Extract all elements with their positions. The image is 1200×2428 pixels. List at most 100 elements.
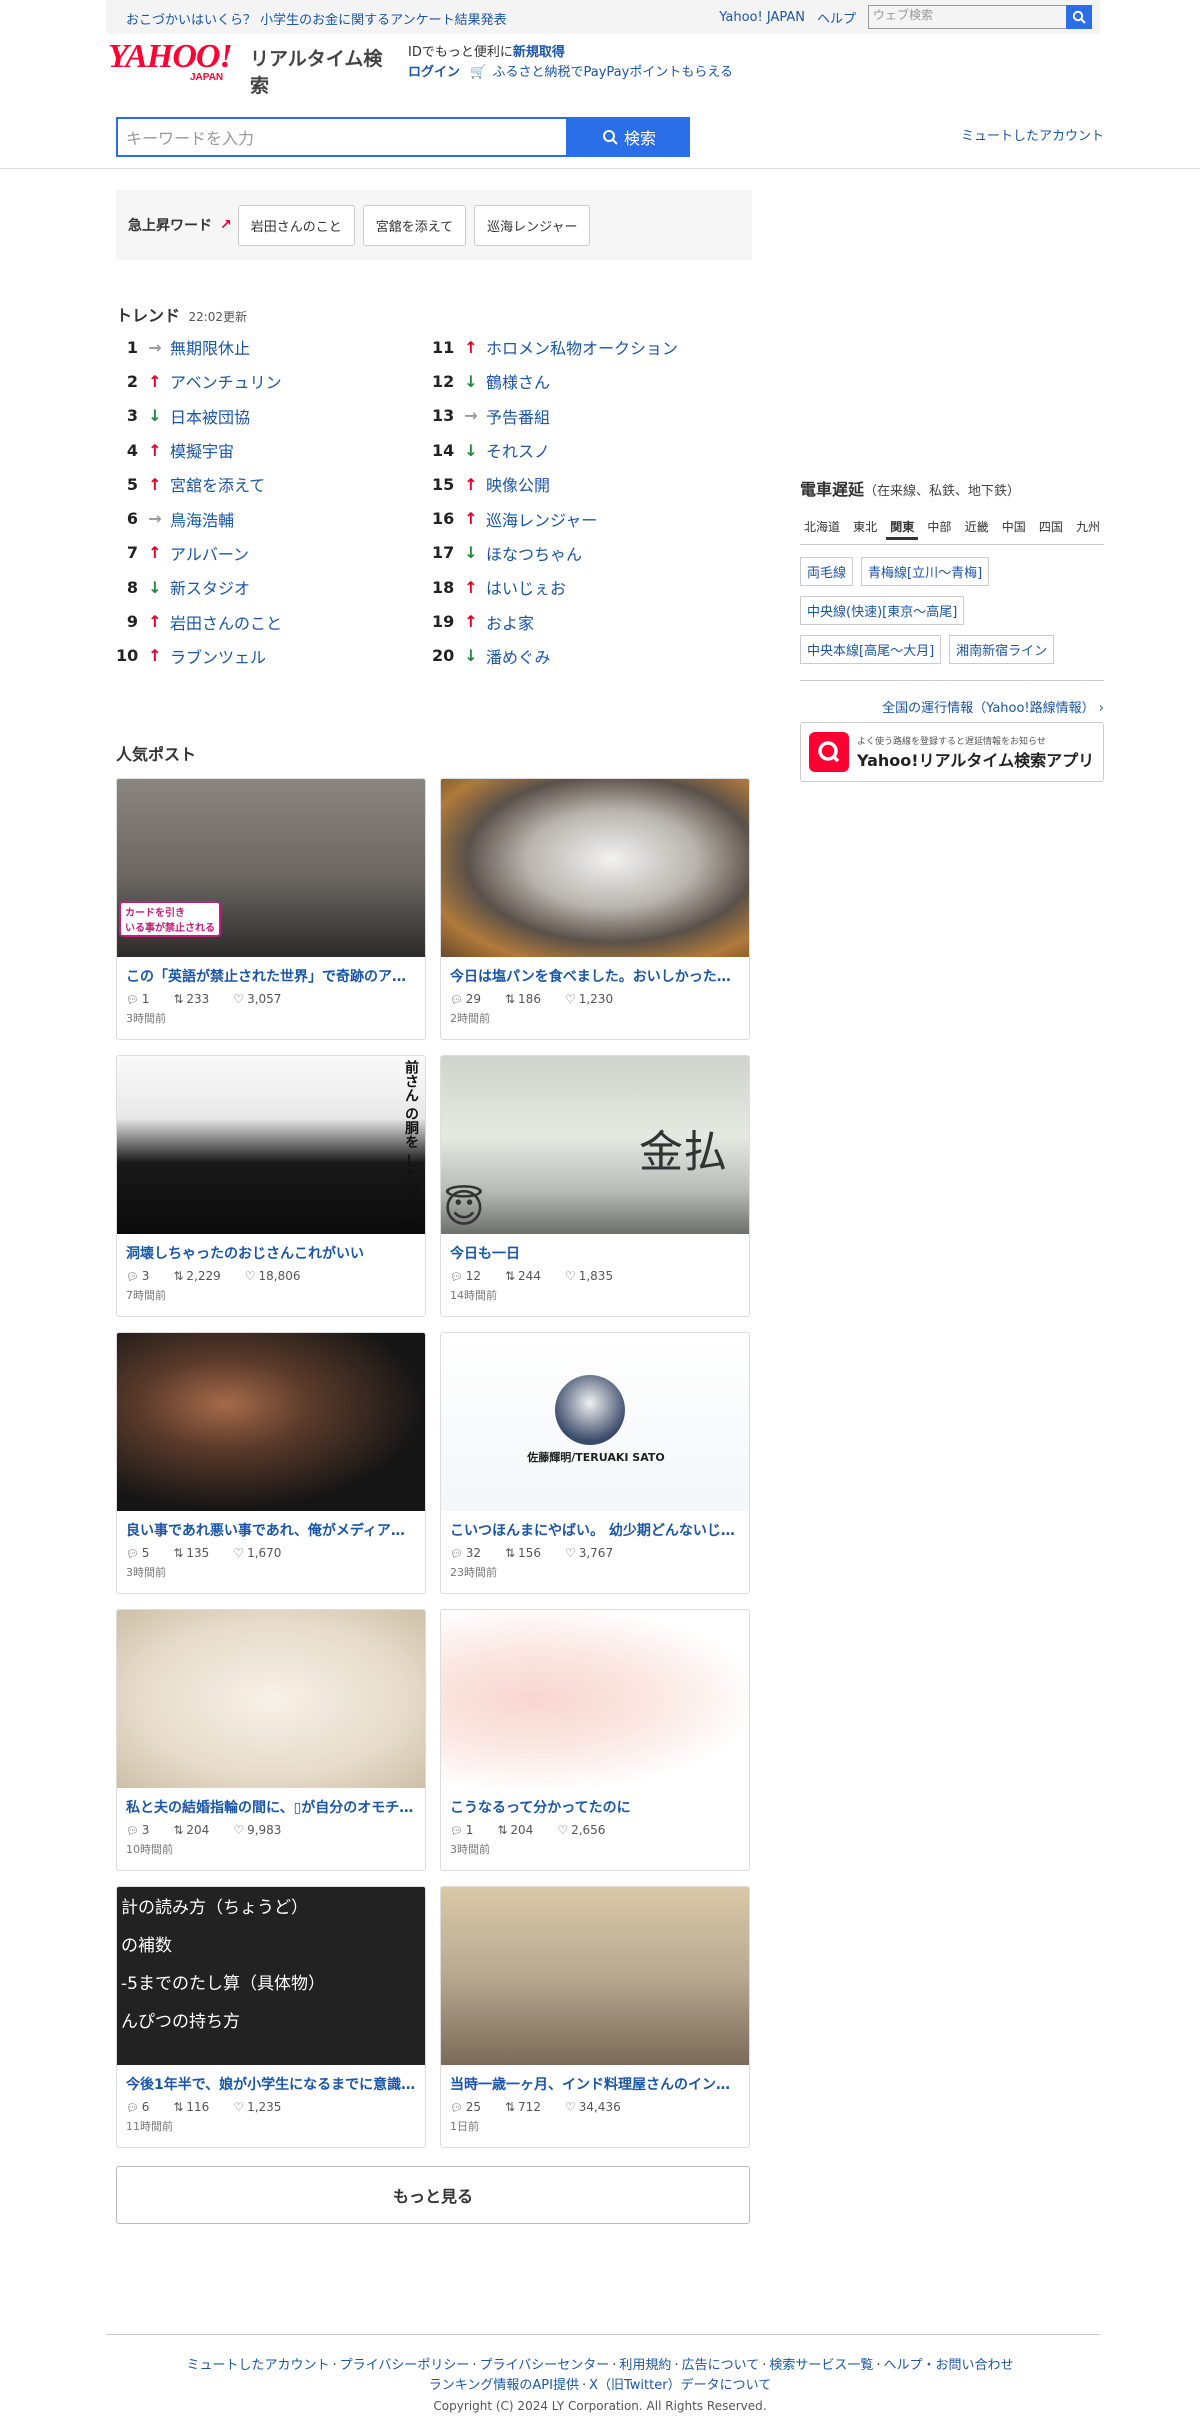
all-train-info-link[interactable]: 全国の運行情報（Yahoo!路線情報） › xyxy=(882,701,1104,716)
trend-word-link[interactable]: アルバーン xyxy=(170,541,249,565)
region-tab[interactable]: 東北 xyxy=(849,516,881,540)
post-title[interactable]: こうなるって分かってたのに xyxy=(441,1788,749,1817)
rising-word-chip[interactable]: 岩田さんのこと xyxy=(237,204,355,246)
trend-word-link[interactable]: 潘めぐみ xyxy=(486,644,550,668)
post-title[interactable]: 良い事であれ悪い事であれ、俺がメディア… xyxy=(117,1511,425,1540)
web-search-button[interactable] xyxy=(1066,5,1092,29)
trend-word-link[interactable]: 鶴様さん xyxy=(486,369,550,393)
like-stat: ♡ 18,806 xyxy=(245,1269,313,1283)
trend-word-link[interactable]: ほなつちゃん xyxy=(486,541,582,565)
search-button[interactable]: 検索 xyxy=(568,117,690,157)
post-title[interactable]: 今日は塩パンを食べました。おいしかった… xyxy=(441,957,749,986)
post-card[interactable]: 良い事であれ悪い事であれ、俺がメディア… 💬︎ 5 ⇅ 135 ♡ 1,670 3時間前 xyxy=(116,1332,426,1594)
delayed-line-link[interactable]: 両毛線 xyxy=(800,557,854,586)
region-tab[interactable]: 四国 xyxy=(1035,516,1067,540)
post-image[interactable]: カードを引き いる事が禁止される xyxy=(117,779,425,957)
post-card[interactable]: 金払 😇 今日も一日 💬︎ 12 ⇅ 244 ♡ 1,835 14時間前 xyxy=(440,1055,750,1317)
delayed-line-link[interactable]: 青梅線[立川〜青梅] xyxy=(861,557,990,586)
post-title[interactable]: こいつほんまにやばい。 幼少期どんないじ… xyxy=(441,1511,749,1540)
app-banner[interactable]: よく使う路線を登録すると遅延情報をお知らせ Yahoo!リアルタイム検索アプリ xyxy=(800,722,1104,782)
trend-word-link[interactable]: 映像公開 xyxy=(486,472,550,496)
trend-item: 5 ↑ 宮舘を添えて xyxy=(116,467,282,501)
footer-link[interactable]: ランキング情報のAPI提供 xyxy=(429,2378,579,2393)
yahoo-realtime-logo[interactable]: YAHOO! JAPAN リアルタイム検索 xyxy=(108,38,394,97)
footer-link[interactable]: プライバシーポリシー xyxy=(340,2358,470,2373)
trend-word-link[interactable]: ホロメン私物オークション xyxy=(486,335,678,359)
post-card[interactable]: 佐藤輝明/TERUAKI SATO こいつほんまにやばい。 幼少期どんないじ… 💬︎… xyxy=(440,1332,750,1594)
announcement-link[interactable]: おこづかいはいくら？ 小学生のお金に関するアンケート結果発表 xyxy=(126,13,507,28)
post-title[interactable]: 私と夫の結婚指輪の間に、▯が自分のオモチ… xyxy=(117,1788,425,1817)
post-card[interactable]: 今日は塩パンを食べました。おいしかった… 💬︎ 29 ⇅ 186 ♡ 1,230 2時間前 xyxy=(440,778,750,1040)
reply-icon: 💬︎ xyxy=(126,995,139,1006)
post-image[interactable]: 前さん の胴を したのか⁉ xyxy=(117,1056,425,1234)
post-card[interactable]: こうなるって分かってたのに 💬︎ 1 ⇅ 204 ♡ 2,656 3時間前 xyxy=(440,1609,750,1871)
repost-stat: ⇅ 156 xyxy=(505,1546,553,1560)
help-link[interactable]: ヘルプ xyxy=(817,8,856,27)
keyword-input[interactable]: キーワードを入力 xyxy=(116,117,568,157)
footer-link[interactable]: プライバシーセンター xyxy=(480,2358,610,2373)
post-card[interactable]: カードを引き いる事が禁止される この「英語が禁止された世界」で奇跡のア… 💬︎ 1 ⇅… xyxy=(116,778,426,1040)
trend-word-link[interactable]: 予告番組 xyxy=(486,404,550,428)
trend-word-link[interactable]: ラブンツェル xyxy=(170,644,266,668)
trend-word-link[interactable]: およ家 xyxy=(486,610,534,634)
footer-link[interactable]: 利用規約 xyxy=(619,2358,671,2373)
post-title[interactable]: 今日も一日 xyxy=(441,1234,749,1263)
region-tab[interactable]: 近畿 xyxy=(961,516,993,540)
post-image[interactable] xyxy=(441,779,749,957)
trend-word-link[interactable]: 無期限休止 xyxy=(170,335,250,359)
post-title[interactable]: この「英語が禁止された世界」で奇跡のア… xyxy=(117,957,425,986)
region-tab[interactable]: 中部 xyxy=(923,516,955,540)
post-image[interactable]: 佐藤輝明/TERUAKI SATO xyxy=(441,1333,749,1511)
trend-word-link[interactable]: はいじぇお xyxy=(486,575,566,599)
post-card[interactable]: 計の読み方（ちょうど） の補数 -5までのたし算（具体物） んぴつの持ち方 今後1… xyxy=(116,1886,426,2148)
post-image[interactable]: 金払 😇 xyxy=(441,1056,749,1234)
region-tab[interactable]: 北海道 xyxy=(800,516,844,540)
trend-word-link[interactable]: 新スタジオ xyxy=(170,575,250,599)
reply-count: 25 xyxy=(465,2100,481,2114)
delayed-line-link[interactable]: 中央本線[高尾〜大月] xyxy=(800,635,942,664)
trend-word-link[interactable]: 日本被団協 xyxy=(170,404,250,428)
like-count: 1,235 xyxy=(247,2100,282,2114)
region-tab[interactable]: 中国 xyxy=(998,516,1030,540)
delayed-line-link[interactable]: 中央線(快速)[東京〜高尾] xyxy=(800,596,965,625)
trend-word-link[interactable]: 巡海レンジャー xyxy=(486,507,597,531)
post-card[interactable]: 前さん の胴を したのか⁉ 洞壊しちゃったのおじさんこれがいい 💬︎ 3 ⇅ 2,229 ♡… xyxy=(116,1055,426,1317)
footer-link[interactable]: ヘルプ・お問い合わせ xyxy=(884,2358,1014,2373)
delayed-line-link[interactable]: 湘南新宿ライン xyxy=(949,635,1055,664)
trend-word-link[interactable]: アベンチュリン xyxy=(170,369,282,393)
footer-link[interactable]: ミュートしたアカウント xyxy=(186,2358,329,2373)
trend-word-link[interactable]: 岩田さんのこと xyxy=(170,610,282,634)
reply-icon: 💬︎ xyxy=(126,2103,139,2114)
reply-stat: 💬︎ 29 xyxy=(450,992,493,1006)
trend-word-link[interactable]: 鳥海浩輔 xyxy=(170,507,234,531)
footer-link[interactable]: 広告について xyxy=(682,2358,760,2373)
rising-word-chip[interactable]: 宮舘を添えて xyxy=(362,204,467,246)
post-title[interactable]: 今後1年半で、娘が小学生になるまでに意識… xyxy=(117,2065,425,2094)
login-link[interactable]: ログイン xyxy=(408,65,460,80)
footer-link[interactable]: 検索サービス一覧 xyxy=(769,2358,873,2373)
post-image[interactable] xyxy=(441,1610,749,1788)
yahoo-japan-link[interactable]: Yahoo! JAPAN xyxy=(719,10,805,25)
post-image[interactable] xyxy=(117,1333,425,1511)
rising-word-chip[interactable]: 巡海レンジャー xyxy=(474,204,591,246)
region-tab[interactable]: 関東 xyxy=(886,516,919,540)
post-image[interactable] xyxy=(117,1610,425,1788)
post-image[interactable] xyxy=(441,1887,749,2065)
post-title[interactable]: 洞壊しちゃったのおじさんこれがいい xyxy=(117,1234,425,1263)
trend-word-link[interactable]: 宮舘を添えて xyxy=(170,472,265,496)
register-link[interactable]: 新規取得 xyxy=(513,45,565,60)
post-card[interactable]: 当時一歳一ヶ月、インド料理屋さんのイン… 💬︎ 25 ⇅ 712 ♡ 34,436 1日前 xyxy=(440,1886,750,2148)
reply-stat: 💬︎ 1 xyxy=(126,992,161,1006)
web-search-input[interactable]: ウェブ検索 xyxy=(868,5,1066,29)
more-button[interactable]: もっと見る xyxy=(116,2166,750,2224)
trend-word-link[interactable]: それスノ xyxy=(486,438,550,462)
post-card[interactable]: 私と夫の結婚指輪の間に、▯が自分のオモチ… 💬︎ 3 ⇅ 204 ♡ 9,983 10時間前 xyxy=(116,1609,426,1871)
muted-accounts-link[interactable]: ミュートしたアカウント xyxy=(961,125,1104,144)
id-prompt: IDでもっと便利に xyxy=(408,45,513,60)
furusato-link[interactable]: ふるさと納税でPayPayポイントもらえる xyxy=(492,65,732,80)
post-image[interactable]: 計の読み方（ちょうど） の補数 -5までのたし算（具体物） んぴつの持ち方 xyxy=(117,1887,425,2065)
footer-link[interactable]: X（旧Twitter）データについて xyxy=(589,2378,771,2393)
region-tab[interactable]: 九州 xyxy=(1072,516,1104,540)
trend-word-link[interactable]: 模擬宇宙 xyxy=(170,438,234,462)
post-title[interactable]: 当時一歳一ヶ月、インド料理屋さんのイン… xyxy=(441,2065,749,2094)
